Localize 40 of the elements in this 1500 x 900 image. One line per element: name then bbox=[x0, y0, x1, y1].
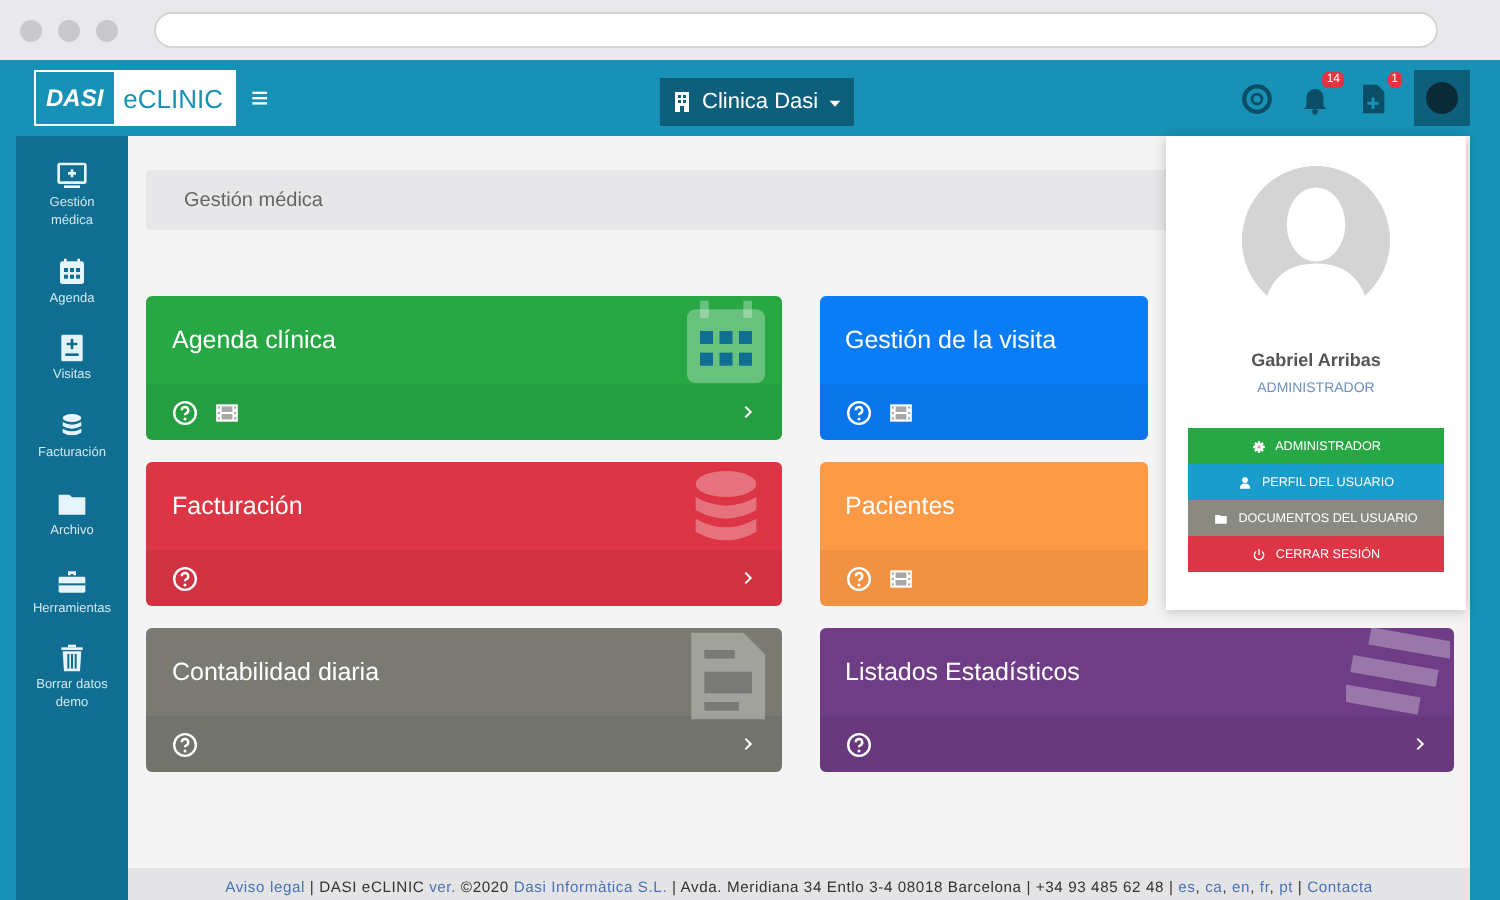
toolbox-icon bbox=[56, 565, 88, 598]
clinic-selector[interactable]: Clinica Dasi bbox=[660, 78, 855, 126]
module-card[interactable]: Gestión de la visita bbox=[819, 296, 1147, 440]
module-card[interactable]: Agenda clínica bbox=[146, 296, 781, 440]
user-icon bbox=[1237, 475, 1252, 489]
app-logo[interactable]: DASI eCLINIC bbox=[34, 70, 236, 126]
card-title: Listados Estadísticos bbox=[845, 658, 1080, 686]
module-card[interactable]: Contabilidad diaria bbox=[146, 628, 781, 772]
address-bar[interactable] bbox=[154, 12, 1438, 48]
module-card[interactable]: Listados Estadísticos bbox=[819, 628, 1454, 772]
window-control[interactable] bbox=[58, 19, 80, 41]
window-control[interactable] bbox=[96, 19, 118, 41]
film-icon[interactable] bbox=[887, 399, 913, 425]
card-title: Gestión de la visita bbox=[845, 326, 1057, 354]
logo-text: eCLINIC bbox=[113, 72, 234, 124]
card-title: Agenda clínica bbox=[172, 326, 337, 354]
help-icon[interactable] bbox=[172, 731, 198, 757]
user-avatar-button[interactable] bbox=[1414, 70, 1470, 126]
menu-icon[interactable]: ≡ bbox=[251, 83, 269, 113]
card-title: Contabilidad diaria bbox=[172, 658, 380, 686]
monitor-icon bbox=[56, 160, 88, 192]
help-icon[interactable] bbox=[845, 399, 871, 425]
card-title: Pacientes bbox=[845, 492, 955, 520]
lifebuoy-icon[interactable] bbox=[1240, 81, 1274, 115]
film-icon[interactable] bbox=[887, 565, 913, 591]
help-icon[interactable] bbox=[172, 565, 198, 591]
building-icon bbox=[670, 90, 694, 114]
window-control[interactable] bbox=[20, 19, 42, 41]
settings-icon bbox=[1251, 439, 1266, 453]
trash-icon bbox=[56, 642, 88, 675]
user-name: Gabriel Arribas bbox=[1251, 350, 1381, 370]
card-title: Facturación bbox=[172, 492, 303, 520]
folder-icon bbox=[1214, 511, 1229, 525]
calendar-icon bbox=[56, 255, 88, 288]
film-icon[interactable] bbox=[214, 399, 240, 425]
help-icon[interactable] bbox=[845, 731, 871, 757]
module-card[interactable]: Pacientes bbox=[819, 462, 1147, 606]
power-icon bbox=[1251, 547, 1266, 561]
module-card[interactable]: Facturación bbox=[146, 462, 781, 606]
book-icon bbox=[56, 332, 88, 365]
